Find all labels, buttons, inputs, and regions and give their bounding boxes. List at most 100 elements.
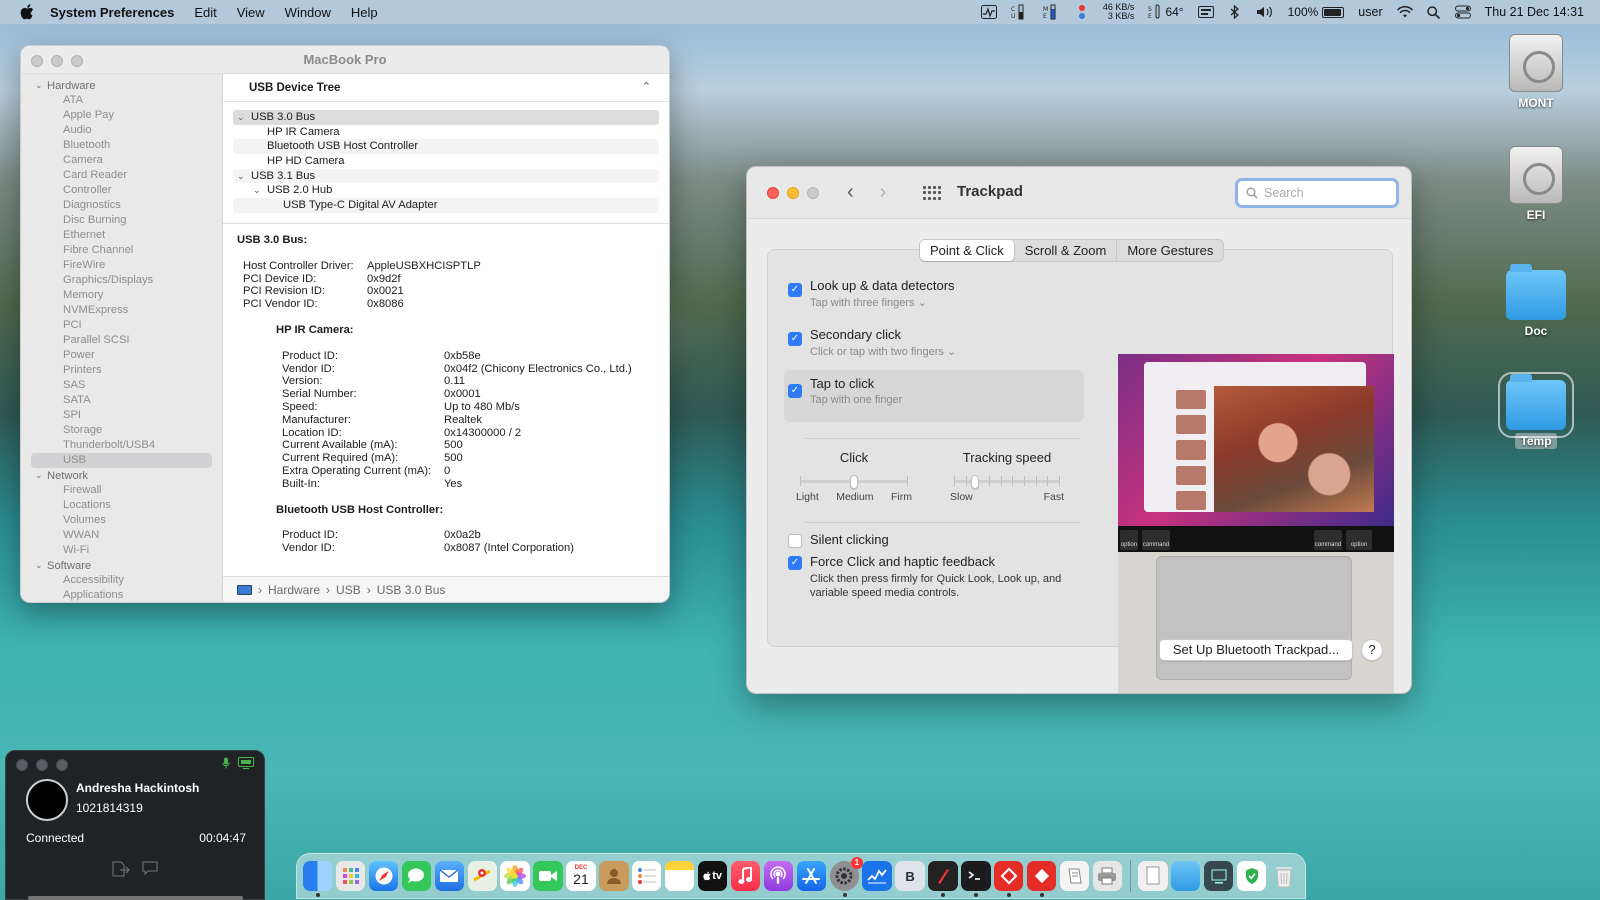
forward-arrow-icon[interactable]: ›: [880, 181, 887, 204]
menu-view[interactable]: View: [237, 5, 265, 20]
reminders-icon[interactable]: [632, 861, 662, 891]
sidebar-item-audio[interactable]: Audio: [21, 123, 222, 138]
sidebar-item-wi-fi[interactable]: Wi-Fi: [21, 543, 222, 558]
sidebar-group-network[interactable]: ⌄ Network: [21, 468, 222, 483]
apple-menu-icon[interactable]: [18, 3, 36, 21]
contacts-icon[interactable]: [599, 861, 629, 891]
tree-row[interactable]: HP IR Camera: [233, 125, 659, 140]
tree-row[interactable]: HP HD Camera: [233, 154, 659, 169]
sidebar-item-ethernet[interactable]: Ethernet: [21, 228, 222, 243]
control-center-icon[interactable]: [1454, 4, 1471, 20]
sidebar-item-graphics-displays[interactable]: Graphics/Displays: [21, 273, 222, 288]
microphone-icon[interactable]: [222, 757, 230, 772]
sidebar-item-sata[interactable]: SATA: [21, 393, 222, 408]
zoom-button[interactable]: [71, 55, 83, 67]
tree-row[interactable]: ⌄ USB 3.0 Bus: [233, 110, 659, 125]
zoom-button[interactable]: [56, 759, 68, 771]
path-item[interactable]: USB 3.0 Bus: [377, 583, 446, 597]
show-all-grid-icon[interactable]: [923, 186, 941, 200]
tree-row[interactable]: ⌄ USB 2.0 Hub: [233, 183, 659, 198]
slider-knob[interactable]: [850, 475, 858, 489]
messages-icon[interactable]: [401, 861, 432, 891]
close-button[interactable]: [31, 55, 43, 67]
finder-icon[interactable]: [303, 861, 333, 897]
path-item[interactable]: USB: [336, 583, 361, 597]
screen-stack-icon[interactable]: [1203, 861, 1234, 891]
close-button[interactable]: [16, 759, 28, 771]
minimize-button[interactable]: [51, 55, 63, 67]
sidebar-item-bluetooth[interactable]: Bluetooth: [21, 138, 222, 153]
minimize-button[interactable]: [787, 187, 799, 199]
launchpad-icon[interactable]: [335, 861, 366, 891]
path-item[interactable]: Hardware: [268, 583, 320, 597]
search-field[interactable]: Search: [1235, 178, 1399, 208]
sidebar-item-nvmexpress[interactable]: NVMExpress: [21, 303, 222, 318]
sidebar-item-firewall[interactable]: Firewall: [21, 483, 222, 498]
device-tree-header[interactable]: USB Device Tree ⌃: [223, 74, 669, 102]
system-preferences-icon[interactable]: 1: [829, 857, 863, 897]
sidebar-item-ata[interactable]: ATA: [21, 93, 222, 108]
tracking-speed-slider[interactable]: Tracking speed Slow Fast: [948, 450, 1066, 503]
tab-more-gestures[interactable]: More Gestures: [1117, 240, 1223, 261]
click-pressure-slider[interactable]: Click Light Medium Firm: [794, 450, 914, 503]
maps-icon[interactable]: [467, 861, 497, 891]
app-store-icon[interactable]: [796, 861, 826, 891]
sidebar-item-locations[interactable]: Locations: [21, 498, 222, 513]
tab-point-click[interactable]: Point & Click: [920, 240, 1015, 261]
tree-row[interactable]: Bluetooth USB Host Controller: [233, 139, 659, 155]
sidebar-item-wwan[interactable]: WWAN: [21, 528, 222, 543]
bluetooth-icon[interactable]: [1228, 4, 1242, 20]
security-shield-icon[interactable]: [1236, 861, 1267, 891]
sidebar-item-camera[interactable]: Camera: [21, 153, 222, 168]
minimize-button[interactable]: [36, 759, 48, 771]
sidebar-item-storage[interactable]: Storage: [21, 423, 222, 438]
sidebar-item-memory[interactable]: Memory: [21, 288, 222, 303]
user-name[interactable]: user: [1358, 5, 1382, 19]
slider-track[interactable]: [800, 475, 908, 489]
file-transfer-icon[interactable]: [112, 861, 130, 880]
sidebar-item-firewire[interactable]: FireWire: [21, 258, 222, 273]
sidebar-item-spi[interactable]: SPI: [21, 408, 222, 423]
temperature-sensor[interactable]: SE 64°: [1148, 4, 1184, 20]
printer-icon[interactable]: [1092, 861, 1123, 891]
sidebar-item-sas[interactable]: SAS: [21, 378, 222, 393]
activity-monitor-icon[interactable]: [980, 4, 997, 20]
sidebar-item-card-reader[interactable]: Card Reader: [21, 168, 222, 183]
podcasts-icon[interactable]: [763, 861, 794, 891]
desktop-icon-mont[interactable]: MONT: [1496, 34, 1576, 110]
menu-help[interactable]: Help: [351, 5, 378, 20]
facetime-icon[interactable]: [533, 861, 563, 891]
tree-row[interactable]: USB Type-C Digital AV Adapter: [233, 198, 659, 213]
option-silent-clicking[interactable]: Silent clicking: [784, 532, 1084, 554]
disclosure-triangle-icon[interactable]: ⌄: [237, 169, 251, 184]
sidebar-item-apple-pay[interactable]: Apple Pay: [21, 108, 222, 123]
setup-bluetooth-trackpad-button[interactable]: Set Up Bluetooth Trackpad...: [1159, 639, 1353, 661]
memory-meter-icon[interactable]: ME: [1043, 4, 1061, 20]
screen-share-icon[interactable]: [238, 757, 254, 772]
checkbox-checked[interactable]: ✓: [788, 283, 802, 297]
option-subtitle[interactable]: Click or tap with two fingers ⌄: [810, 345, 1084, 358]
calendar-icon[interactable]: DEC 21: [566, 861, 596, 891]
chat-icon[interactable]: [142, 861, 158, 880]
sidebar-item-printers[interactable]: Printers: [21, 363, 222, 378]
chevron-up-icon[interactable]: ⌃: [642, 80, 651, 93]
zoom-button[interactable]: [807, 187, 819, 199]
anydesk-icon[interactable]: [994, 861, 1024, 897]
sidebar-group-software[interactable]: ⌄ Software: [21, 558, 222, 573]
scripts-icon[interactable]: [1059, 861, 1090, 891]
bbedit-icon[interactable]: B: [895, 861, 925, 891]
sidebar-item-applications[interactable]: Applications: [21, 588, 222, 602]
menu-edit[interactable]: Edit: [194, 5, 216, 20]
disclosure-triangle-icon[interactable]: ⌄: [237, 110, 251, 125]
sidebar-item-controller[interactable]: Controller: [21, 183, 222, 198]
cpu-meter-icon[interactable]: CU: [1011, 4, 1029, 20]
mail-icon[interactable]: [434, 861, 465, 891]
close-button[interactable]: [767, 187, 779, 199]
wifi-icon[interactable]: [1396, 4, 1413, 20]
sidebar-item-power[interactable]: Power: [21, 348, 222, 363]
option-secondary-click[interactable]: ✓ Secondary click Click or tap with two …: [784, 327, 1084, 367]
slider-knob[interactable]: [971, 475, 980, 489]
apple-tv-icon[interactable]: tv: [697, 861, 728, 891]
window-toolbar[interactable]: ‹ › Trackpad Search: [747, 167, 1411, 219]
checkbox-checked[interactable]: ✓: [788, 332, 802, 346]
